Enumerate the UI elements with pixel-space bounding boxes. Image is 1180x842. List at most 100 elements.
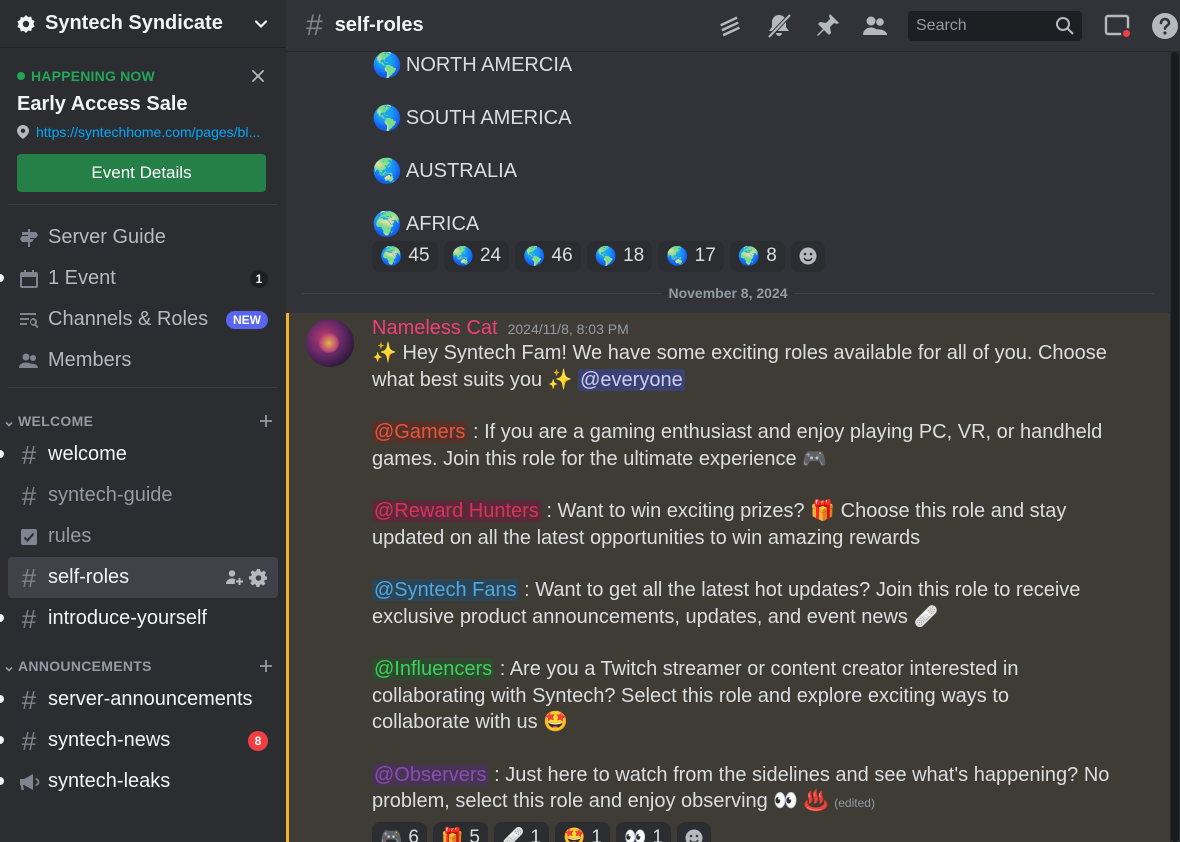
reaction-emoji: 🩹 [502, 827, 525, 842]
unread-dot [1121, 27, 1132, 39]
search-bar[interactable] [908, 10, 1082, 41]
reaction[interactable]: 🌍 8 [729, 240, 785, 272]
channel-introduce-yourself[interactable]: # introduce-yourself [0, 598, 278, 639]
channel-server-announcements[interactable]: # server-announcements [0, 679, 278, 720]
message-text: : If you are a gaming enthusiast and enj… [372, 421, 1103, 470]
mention-everyone[interactable]: @everyone [578, 368, 685, 391]
date-divider: November 8, 2024 [302, 273, 1154, 313]
role-mention-reward-hunters[interactable]: @Reward Hunters [372, 500, 541, 522]
message-paragraph: @Syntech Fans : Want to get all the late… [372, 577, 1110, 630]
channel-sidebar: Syntech Syndicate HAPPENING NOW Early Ac… [0, 0, 286, 842]
nav-members[interactable]: Members [8, 340, 278, 381]
divider [8, 387, 278, 388]
reaction-emoji: 🤩 [563, 827, 586, 842]
hashtag-icon: # [21, 684, 37, 715]
channel-rules[interactable]: rules [8, 516, 278, 557]
message-text: ✨ Hey Syntech Fam! We have some exciting… [372, 342, 1107, 391]
globe-americas-icon: 🌎 [372, 52, 402, 79]
role-mention-influencers[interactable]: @Influencers [372, 658, 495, 680]
scrollbar-thumb[interactable] [1171, 52, 1179, 842]
role-mention-gamers[interactable]: @Gamers [372, 421, 468, 443]
unread-indicator [0, 777, 4, 785]
date-divider-label: November 8, 2024 [662, 285, 794, 301]
hashtag-icon: # [21, 562, 37, 593]
message-highlighted[interactable]: Nameless Cat 2024/11/8, 8:03 PM ✨ Hey Sy… [286, 313, 1170, 842]
category-announcements[interactable]: ANNOUNCEMENTS [0, 639, 286, 679]
reaction-count: 1 [591, 826, 602, 842]
channel-label: syntech-guide [48, 484, 173, 506]
category-welcome[interactable]: WELCOME [0, 394, 286, 434]
region-line-north-america: 🌎 NORTH AMERCIA [372, 52, 1170, 79]
inbox-icon[interactable] [1102, 11, 1132, 41]
reaction-count: 5 [469, 826, 480, 842]
scrollbar[interactable] [1170, 52, 1180, 842]
unread-indicator [0, 274, 4, 282]
add-reaction-button[interactable] [677, 822, 711, 842]
hashtag-icon: # [306, 8, 323, 42]
pin-icon[interactable] [812, 11, 842, 41]
channel-label: welcome [48, 443, 127, 465]
mention-badge: 8 [248, 730, 268, 751]
reaction[interactable]: 🌎 18 [586, 240, 653, 272]
reaction-emoji: 🌏 [451, 245, 474, 266]
add-member-icon[interactable] [225, 568, 244, 587]
reaction-bar: 🌍 45 🌏 24 🌎 46 🌎 18 🌏 17 🌍 8 [372, 239, 1170, 273]
add-reaction-button[interactable] [790, 240, 825, 272]
reaction[interactable]: 🌎 46 [515, 240, 581, 272]
channel-syntech-guide[interactable]: # syntech-guide [8, 475, 278, 516]
event-details-button[interactable]: Event Details [17, 154, 266, 192]
help-icon[interactable] [1150, 11, 1180, 41]
plus-icon[interactable] [258, 413, 274, 429]
channel-syntech-news[interactable]: # syntech-news 8 [0, 720, 278, 761]
threads-icon[interactable] [716, 11, 746, 41]
role-mention-syntech-fans[interactable]: @Syntech Fans [372, 579, 519, 601]
reaction[interactable]: 🎁 5 [433, 822, 488, 842]
plus-icon[interactable] [258, 658, 274, 674]
reaction-count: 18 [623, 245, 645, 266]
globe-europe-africa-icon: 🌍 [372, 210, 402, 238]
gear-icon[interactable] [249, 568, 268, 587]
channel-header: # self-roles [286, 0, 1180, 52]
search-input[interactable] [916, 16, 1055, 35]
member-list-icon[interactable] [860, 11, 890, 41]
nav-channels-roles[interactable]: Channels & Roles NEW [8, 299, 278, 340]
category-label: ANNOUNCEMENTS [18, 658, 152, 674]
event-status: HAPPENING NOW [17, 68, 266, 84]
role-mention-observers[interactable]: @Observers [372, 763, 489, 786]
hashtag-icon: # [21, 603, 37, 634]
reaction[interactable]: 🌏 24 [443, 240, 510, 272]
reaction[interactable]: 🎮 6 [372, 822, 427, 842]
message-author[interactable]: Nameless Cat [372, 317, 498, 340]
new-badge: NEW [226, 310, 268, 329]
reaction-emoji: 🌍 [737, 245, 761, 266]
reaction-emoji: 🌎 [523, 245, 546, 266]
event-link-text[interactable]: https://syntechhome.com/pages/bl... [36, 124, 260, 140]
message-list[interactable]: 🌎 NORTH AMERCIA 🌎 SOUTH AMERICA 🌏 AUSTRA… [286, 52, 1170, 842]
channel-self-roles[interactable]: # self-roles [8, 557, 278, 598]
region-line-australia: 🌏 AUSTRALIA [372, 131, 1170, 185]
reaction[interactable]: 👀 1 [616, 822, 671, 842]
avatar[interactable] [306, 319, 354, 367]
unread-indicator [0, 614, 4, 622]
event-location[interactable]: https://syntechhome.com/pages/bl... [17, 124, 266, 140]
channel-label: self-roles [48, 566, 130, 588]
reaction[interactable]: 🤩 1 [555, 822, 610, 842]
reaction-count: 46 [551, 245, 573, 266]
nav-events[interactable]: 1 Event 1 [0, 258, 278, 299]
close-icon[interactable] [250, 68, 266, 84]
channel-syntech-leaks[interactable]: syntech-leaks [0, 761, 278, 802]
smiley-icon [799, 247, 817, 265]
reaction[interactable]: 🌏 17 [658, 240, 724, 272]
location-pin-icon [17, 125, 29, 139]
reaction[interactable]: 🌍 45 [372, 240, 438, 272]
reaction-bar: 🎮 6 🎁 5 🩹 1 🤩 1 👀 1 [372, 821, 1110, 842]
notifications-muted-icon[interactable] [764, 11, 794, 41]
nav-server-guide[interactable]: Server Guide [8, 217, 278, 258]
signpost-icon [18, 227, 40, 249]
chevron-down-icon[interactable] [252, 15, 270, 33]
server-header[interactable]: Syntech Syndicate [0, 0, 286, 48]
reaction[interactable]: 🩹 1 [494, 822, 549, 842]
globe-asia-australia-icon: 🌏 [372, 157, 402, 185]
search-icon[interactable] [1055, 16, 1074, 35]
channel-welcome[interactable]: # welcome [0, 434, 278, 475]
